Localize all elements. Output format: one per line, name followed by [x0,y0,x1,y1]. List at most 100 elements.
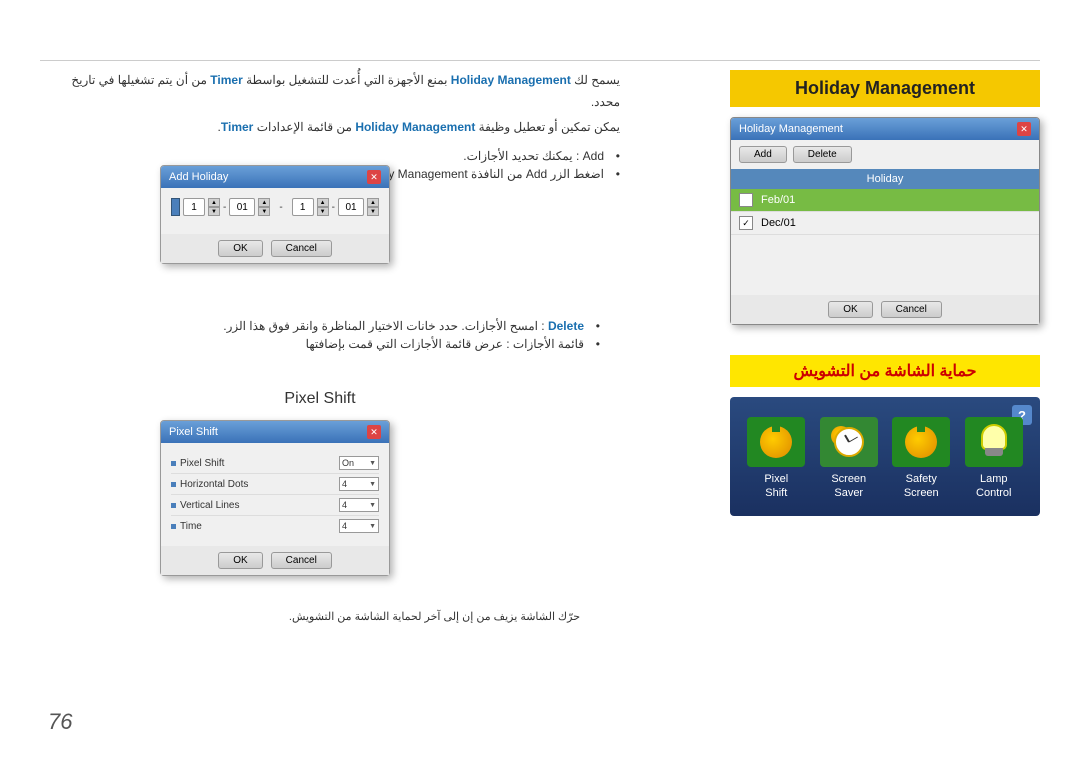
row-indicator-3 [171,503,176,508]
end-day-spin: ▲ ▼ [317,198,329,216]
date-sep-3: - [332,202,335,213]
pixel-val-1: On [342,458,354,468]
arabic-intro-line1: يسمح لك Holiday Management بمنع الأجهزة … [40,70,620,113]
pixel-shift-footer: OK Cancel [161,546,389,575]
date-sep-2: - [279,202,282,213]
hm-titlebar: Holiday Management ✕ [731,118,1039,140]
add-holiday-footer: OK Cancel [161,234,389,263]
hm-add-btn[interactable]: Add [739,146,787,163]
day-up-btn[interactable]: ▲ [208,198,220,207]
pixel-shift-icon-box [747,417,805,467]
add-holiday-dialog: Add Holiday ✕ ▲ ▼ - ▲ ▼ - ▲ ▼ - [160,165,390,264]
pixel-row-text-4: Time [180,521,202,532]
pixel-shift-label-2: Horizontal Dots [171,479,248,490]
end-month-up-btn[interactable]: ▲ [367,198,379,207]
hm-dialog: Holiday Management ✕ Add Delete Holiday … [730,117,1040,325]
pixel-shift-row-3: Vertical Lines 4 ▼ [171,495,379,516]
prot-item-screen-saver[interactable]: Screen Saver [820,417,878,501]
end-month-spin: ▲ ▼ [367,198,379,216]
select-arrow-4: ▼ [369,523,376,530]
pixel-shift-cancel-btn[interactable]: Cancel [271,552,332,569]
end-month-field[interactable] [338,198,364,216]
hm-col-header: Holiday [731,169,1039,189]
end-day-down-btn[interactable]: ▼ [317,207,329,216]
hm-heading: Holiday Management [730,70,1040,107]
date-row: ▲ ▼ - ▲ ▼ - ▲ ▼ - ▲ ▼ [171,198,379,216]
prot-item-lamp-control[interactable]: Lamp Control [965,417,1023,501]
hm-delete-btn[interactable]: Delete [793,146,852,163]
pixel-shift-label-3: Vertical Lines [171,500,239,511]
pixel-shift-dialog: Pixel Shift ✕ Pixel Shift On ▼ Horizonta… [160,420,390,576]
add-holiday-titlebar: Add Holiday ✕ [161,166,389,188]
screen-saver-bg [820,417,878,467]
pixel-select-3[interactable]: 4 ▼ [339,498,379,512]
add-holiday-close-btn[interactable]: ✕ [367,170,381,184]
delete-bullet: • Delete : امسح الأجازات. حدد خانات الاخ… [40,319,600,333]
pixel-shift-title: Pixel Shift [284,390,355,407]
start-month-field[interactable] [229,198,255,216]
month-spin: ▲ ▼ [258,198,270,216]
hm-check-2[interactable]: ✓ [739,216,753,230]
hm-close-btn[interactable]: ✕ [1017,122,1031,136]
page-number: 76 [48,709,72,735]
pixel-val-3: 4 [342,500,347,510]
pixel-row-text-2: Horizontal Dots [180,479,248,490]
pixel-shift-row-4: Time 4 ▼ [171,516,379,536]
date-sep-1: - [223,202,226,213]
lamp-control-label: Lamp Control [976,472,1011,501]
hm-dialog-title: Holiday Management [739,123,843,135]
pixel-val-2: 4 [342,479,347,489]
pixel-shift-ok-btn[interactable]: OK [218,552,262,569]
pixel-select-2[interactable]: 4 ▼ [339,477,379,491]
prot-item-safety-screen[interactable]: Safety Screen [892,417,950,501]
screen-saver-icon-box [820,417,878,467]
pixel-val-4: 4 [342,521,347,531]
pixel-select-4[interactable]: 4 ▼ [339,519,379,533]
hm-check-1[interactable]: ✓ [739,193,753,207]
add-bullet-1: • Add : يمكنك تحديد الأجازات. [40,149,620,163]
pixel-shift-titlebar: Pixel Shift ✕ [161,421,389,443]
protection-panel: ? Pixel Shift [730,397,1040,516]
arabic-footnote: حرّك الشاشة يزيف من إن إلى آخر لحماية ال… [40,610,580,623]
day-down-btn[interactable]: ▼ [208,207,220,216]
bulb-top [981,424,1007,450]
month-up-btn[interactable]: ▲ [258,198,270,207]
add-holiday-body: ▲ ▼ - ▲ ▼ - ▲ ▼ - ▲ ▼ [161,188,389,234]
safety-screen-label: Safety Screen [904,472,939,501]
lamp-control-icon [979,424,1009,460]
pixel-shift-body: Pixel Shift On ▼ Horizontal Dots 4 ▼ Ver… [161,443,389,546]
prot-item-pixel-shift[interactable]: Pixel Shift [747,417,805,501]
add-holiday-title: Add Holiday [169,171,228,183]
list-bullet: • قائمة الأجازات : عرض قائمة الأجازات ال… [40,337,600,351]
hm-cancel-btn[interactable]: Cancel [881,301,942,318]
hm-row-label-2: Dec/01 [761,217,796,229]
start-day-field[interactable] [183,198,205,216]
hm-footer: OK Cancel [731,295,1039,324]
bullets-after-dialog: • Delete : امسح الأجازات. حدد خانات الاخ… [40,315,600,355]
hm-ok-btn[interactable]: OK [828,301,872,318]
clock-hand-m [849,437,858,443]
hm-toolbar: Add Delete [731,140,1039,169]
row-indicator-2 [171,482,176,487]
row-indicator-1 [171,461,176,466]
hm-row-1[interactable]: ✓ Feb/01 [731,189,1039,212]
end-day-field[interactable] [292,198,314,216]
pixel-shift-title-area: Pixel Shift [40,390,600,408]
pixel-shift-row-2: Horizontal Dots 4 ▼ [171,474,379,495]
top-divider [40,60,1040,61]
day-spin: ▲ ▼ [208,198,220,216]
pixel-shift-close-btn[interactable]: ✕ [367,425,381,439]
hm-row-2[interactable]: ✓ Dec/01 [731,212,1039,235]
screen-saver-clock [834,427,864,457]
end-day-up-btn[interactable]: ▲ [317,198,329,207]
month-down-btn[interactable]: ▼ [258,207,270,216]
hm-row-label-1: Feb/01 [761,194,795,206]
end-month-down-btn[interactable]: ▼ [367,207,379,216]
pixel-shift-dialog-title: Pixel Shift [169,426,218,438]
pixel-select-1[interactable]: On ▼ [339,456,379,470]
screen-saver-label: Screen Saver [831,472,866,501]
add-holiday-ok-btn[interactable]: OK [218,240,262,257]
add-holiday-cancel-btn[interactable]: Cancel [271,240,332,257]
pixel-shift-label-1: Pixel Shift [171,458,224,469]
select-arrow-2: ▼ [369,481,376,488]
